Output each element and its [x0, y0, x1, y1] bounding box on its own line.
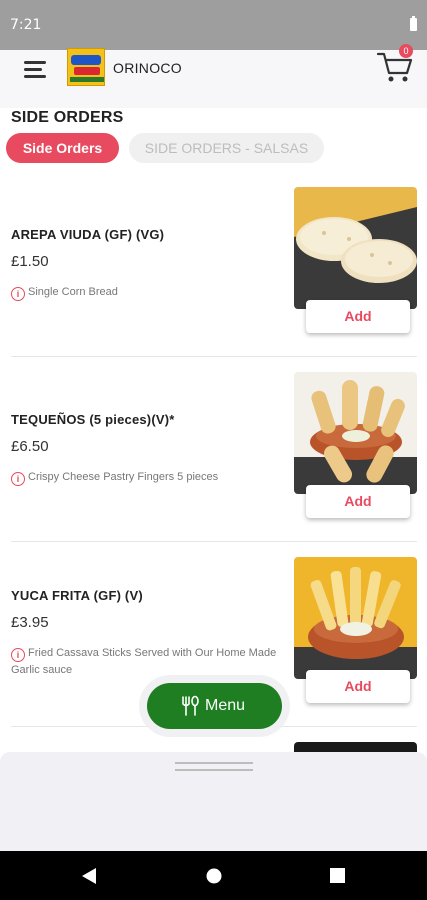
drag-handle[interactable] [175, 769, 253, 771]
recents-icon[interactable] [330, 868, 345, 883]
hamburger-menu-icon[interactable] [24, 59, 50, 81]
back-icon[interactable] [81, 867, 97, 885]
system-nav-bar [0, 851, 427, 900]
item-description: i Single Corn Bread [11, 284, 281, 301]
add-button[interactable]: Add [306, 300, 410, 333]
cart-count-badge: 0 [399, 44, 413, 58]
drag-handle[interactable] [175, 762, 253, 764]
cutlery-icon [182, 695, 199, 716]
item-name: YUCA FRITA (GF) (V) [11, 588, 143, 603]
restaurant-logo [67, 48, 105, 86]
yuca-frita-image [294, 557, 417, 679]
menu-button-label: Menu [205, 697, 246, 714]
item-name: AREPA VIUDA (GF) (VG) [11, 227, 165, 242]
arepa-image [294, 187, 417, 309]
item-price: £3.95 [11, 614, 49, 631]
item-price: £6.50 [11, 438, 49, 455]
tequenos-image [294, 372, 417, 494]
restaurant-name: ORINOCO [113, 60, 182, 76]
divider [11, 356, 417, 357]
tab-side-orders[interactable]: Side Orders [6, 133, 119, 163]
home-icon[interactable] [206, 868, 222, 884]
app-header: ORINOCO 0 [0, 44, 427, 108]
status-bar: 7:21 [0, 0, 427, 50]
section-title: SIDE ORDERS [11, 109, 124, 126]
item-price: £1.50 [11, 253, 49, 270]
item-description: i Fried Cassava Sticks Served with Our Ho… [11, 647, 277, 676]
menu-button[interactable]: Menu [147, 683, 282, 729]
add-button[interactable]: Add [306, 670, 410, 703]
info-icon: i [11, 472, 25, 486]
status-time: 7:21 [10, 17, 42, 33]
battery-icon [410, 16, 417, 31]
item-description: i Crispy Cheese Pastry Fingers 5 pieces [11, 469, 281, 486]
tab-side-orders-salsas[interactable]: SIDE ORDERS - SALSAS [129, 133, 324, 163]
info-icon: i [11, 648, 25, 662]
divider [11, 541, 417, 542]
add-button[interactable]: Add [306, 485, 410, 518]
info-icon: i [11, 287, 25, 301]
bottom-sheet[interactable] [0, 752, 427, 851]
item-name: TEQUEÑOS (5 pieces)(V)* [11, 412, 175, 427]
next-item-image [294, 742, 417, 752]
